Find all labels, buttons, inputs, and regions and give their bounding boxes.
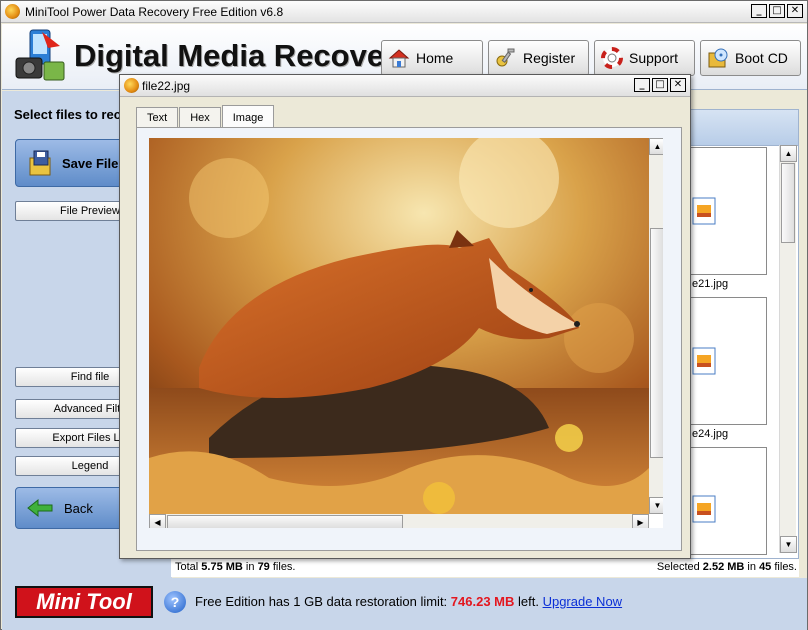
file-name: e24.jpg (692, 428, 729, 440)
main-window: MiniTool Power Data Recovery Free Editio… (0, 0, 808, 630)
total-mid: in (242, 561, 258, 573)
dialog-titlebar[interactable]: file22.jpg _ □ ✕ (120, 75, 690, 97)
dialog-maximize-button[interactable]: □ (652, 78, 668, 92)
file-preview-dialog: file22.jpg _ □ ✕ Text Hex Image ▲ ▼ ◀ ▶ (119, 74, 691, 559)
register-button[interactable]: Register (488, 40, 589, 76)
window-titlebar[interactable]: MiniTool Power Data Recovery Free Editio… (1, 1, 807, 23)
select-files-label: Select files to rec (14, 107, 121, 122)
total-status: Total 5.75 MB in 79 files. (175, 561, 296, 573)
selected-mid: in (744, 561, 760, 573)
selected-prefix: Selected (656, 561, 703, 573)
boot-cd-label: Boot CD (735, 50, 788, 66)
fox-photo (149, 138, 649, 514)
support-button[interactable]: Support (594, 40, 695, 76)
scroll-up-button[interactable]: ▲ (780, 145, 797, 162)
total-size: 5.75 MB (201, 561, 243, 573)
license-prefix: Free Edition has 1 GB data restoration l… (195, 594, 451, 609)
lifebuoy-icon (601, 47, 623, 69)
selected-suffix: files. (771, 561, 797, 573)
minimize-button[interactable]: _ (751, 4, 767, 18)
dialog-title: file22.jpg (142, 79, 191, 93)
house-icon (388, 49, 410, 68)
file-name: e21.jpg (692, 278, 729, 290)
remaining-quota: 746.23 MB (450, 594, 515, 609)
maximize-button[interactable]: □ (769, 4, 785, 18)
image-tab-panel: ▲ ▼ ◀ ▶ (136, 127, 682, 551)
image-vscroll-thumb[interactable] (650, 228, 663, 458)
file-list-vertical-scrollbar[interactable]: ▲ ▼ (779, 145, 797, 553)
window-title: MiniTool Power Data Recovery Free Editio… (25, 5, 284, 19)
license-message: Free Edition has 1 GB data restoration l… (195, 594, 622, 609)
jpg-file-icon (692, 197, 716, 225)
boot-cd-button[interactable]: Boot CD (700, 40, 801, 76)
key-icon (496, 48, 515, 67)
register-label: Register (523, 50, 576, 66)
brand-title: Digital Media Recovery (74, 38, 414, 73)
selected-status: Selected 2.52 MB in 45 files. (657, 561, 797, 573)
upgrade-now-link[interactable]: Upgrade Now (543, 594, 623, 609)
dialog-app-icon (124, 78, 139, 93)
jpg-file-icon (692, 495, 716, 523)
digital-media-logo-icon (15, 29, 65, 81)
image-scroll-right-button[interactable]: ▶ (632, 514, 649, 528)
home-label: Home (416, 50, 454, 66)
help-icon[interactable]: ? (164, 591, 186, 613)
selected-count: 45 (759, 561, 772, 573)
back-arrow-icon (27, 498, 53, 518)
total-count: 79 (257, 561, 270, 573)
dialog-close-button[interactable]: ✕ (670, 78, 686, 92)
status-bar: Total 5.75 MB in 79 files. Selected 2.52… (171, 559, 799, 577)
dialog-minimize-button[interactable]: _ (634, 78, 650, 92)
save-files-icon (29, 150, 51, 176)
app-icon (5, 4, 20, 19)
tab-image[interactable]: Image (221, 105, 275, 127)
back-label: Back (64, 500, 93, 516)
support-label: Support (629, 50, 679, 66)
home-button[interactable]: Home (381, 40, 483, 76)
footer-bar: Mini Tool ? Free Edition has 1 GB data r… (2, 578, 807, 630)
scroll-down-button[interactable]: ▼ (780, 536, 797, 553)
total-prefix: Total (175, 561, 202, 573)
image-horizontal-scrollbar[interactable]: ◀ ▶ (149, 514, 649, 528)
selected-size: 2.52 MB (702, 561, 745, 573)
preview-tabs: Text Hex Image (136, 105, 275, 127)
boot-cd-icon (708, 48, 728, 68)
minitool-logo[interactable]: Mini Tool (15, 586, 153, 618)
license-suffix: left. (514, 594, 543, 609)
close-button[interactable]: ✕ (787, 4, 803, 18)
image-viewport: ▲ ▼ ◀ ▶ (149, 138, 663, 528)
save-files-label: Save Files (62, 155, 126, 171)
jpg-file-icon (692, 347, 716, 375)
tab-hex[interactable]: Hex (179, 107, 221, 127)
image-vertical-scrollbar[interactable]: ▲ ▼ (649, 138, 663, 514)
image-scroll-up-button[interactable]: ▲ (649, 138, 663, 155)
total-suffix: files. (269, 561, 296, 573)
dialog-body: Text Hex Image ▲ ▼ ◀ ▶ (124, 99, 686, 555)
image-scroll-left-button[interactable]: ◀ (149, 514, 166, 528)
tab-text[interactable]: Text (136, 107, 179, 127)
image-hscroll-thumb[interactable] (167, 515, 403, 528)
image-scroll-down-button[interactable]: ▼ (649, 497, 663, 514)
scroll-thumb[interactable] (781, 163, 795, 243)
